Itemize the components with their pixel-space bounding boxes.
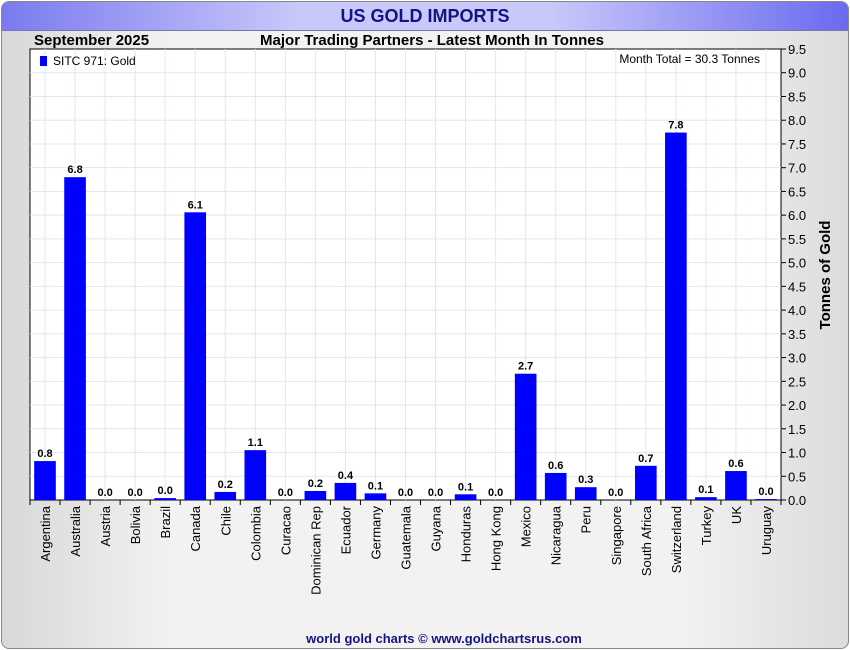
- x-tick-label: Guyana: [429, 505, 444, 551]
- data-label: 0.0: [758, 486, 773, 498]
- footer-credit: world gold charts © www.goldchartsrus.co…: [305, 631, 582, 646]
- legend-label: SITC 971: Gold: [53, 54, 136, 68]
- y-tick-label: 8.0: [788, 113, 806, 128]
- y-axis-title: Tonnes of Gold: [817, 221, 834, 330]
- data-label: 0.1: [698, 484, 713, 496]
- y-tick-label: 5.5: [788, 232, 806, 247]
- bar-nicaragua: [544, 472, 567, 500]
- data-label: 0.3: [578, 474, 593, 486]
- y-tick-label: 7.5: [788, 137, 806, 152]
- x-tick-label: Mexico: [519, 506, 534, 547]
- y-tick-label: 5.0: [788, 256, 806, 271]
- data-label: 0.1: [458, 481, 473, 493]
- data-label: 0.0: [428, 487, 443, 499]
- data-label: 7.8: [668, 120, 683, 132]
- x-tick-label: Dominican Rep: [308, 506, 323, 595]
- data-label: 0.8: [37, 448, 52, 460]
- data-label: 0.0: [127, 487, 142, 499]
- y-tick-label: 0.0: [788, 493, 806, 508]
- chart-subtitle: Major Trading Partners - Latest Month In…: [260, 32, 604, 49]
- bar-honduras: [454, 494, 477, 500]
- data-label: 0.0: [608, 487, 623, 499]
- y-tick-label: 2.0: [788, 398, 806, 413]
- bar-colombia: [244, 450, 267, 500]
- x-tick-label: Germany: [368, 506, 383, 560]
- bar-chart: September 2025 Major Trading Partners - …: [29, 32, 834, 646]
- bar-canada: [184, 212, 207, 500]
- data-label: 0.0: [158, 485, 173, 497]
- data-label: 2.7: [518, 361, 533, 373]
- x-tick-label: Bolivia: [128, 505, 143, 544]
- x-tick-label: South Africa: [639, 505, 654, 576]
- x-tick-label: Guatemala: [399, 505, 414, 569]
- x-tick-label: Singapore: [609, 506, 624, 565]
- y-tick-label: 6.5: [788, 184, 806, 199]
- bar-australia: [64, 177, 86, 500]
- y-tick-label: 4.0: [788, 303, 806, 318]
- bar-turkey: [695, 497, 717, 500]
- y-tick-label: 6.0: [788, 208, 806, 223]
- y-tick-label: 3.0: [788, 351, 806, 366]
- x-tick-label: Switzerland: [669, 506, 684, 573]
- y-tick-label: 4.5: [788, 279, 806, 294]
- x-tick-label: Australia: [68, 505, 83, 556]
- data-label: 0.0: [488, 487, 503, 499]
- bar-ecuador: [334, 482, 357, 500]
- data-label: 0.0: [278, 487, 293, 499]
- period-label: September 2025: [34, 32, 149, 49]
- data-label: 0.0: [97, 487, 112, 499]
- bar-uk: [725, 471, 747, 500]
- y-tick-label: 3.5: [788, 327, 806, 342]
- x-tick-label: Brazil: [158, 506, 173, 539]
- x-tick-label: Argentina: [38, 505, 53, 561]
- x-tick-label: Hong Kong: [489, 506, 504, 571]
- bar-brazil: [154, 498, 176, 500]
- data-label: 0.0: [398, 487, 413, 499]
- bar-peru: [574, 487, 597, 500]
- data-label: 0.1: [368, 480, 383, 492]
- y-tick-label: 1.5: [788, 422, 806, 437]
- data-label: 0.7: [638, 453, 653, 465]
- data-label: 6.1: [188, 199, 203, 211]
- bar-chile: [214, 491, 237, 500]
- data-label: 0.4: [338, 470, 354, 482]
- y-tick-label: 8.5: [788, 89, 806, 104]
- data-label: 0.6: [548, 460, 563, 472]
- y-tick-label: 2.5: [788, 374, 806, 389]
- x-tick-label: Curacao: [278, 506, 293, 555]
- data-label: 1.1: [248, 437, 263, 449]
- bar-south-africa: [635, 465, 657, 500]
- bar-switzerland: [665, 132, 687, 500]
- x-tick-label: Uruguay: [759, 506, 774, 556]
- x-tick-label: Honduras: [459, 506, 474, 563]
- bar-argentina: [34, 461, 56, 500]
- x-tick-label: Chile: [218, 506, 233, 536]
- y-axis: 0.0 0.5 1.0 1.5 2.0 2.5 3.0 3.5 4.0 4.5 5.0 5.5 6.0 6…: [781, 42, 806, 508]
- bar-uruguay: [755, 499, 777, 501]
- y-tick-label: 1.0: [788, 446, 806, 461]
- data-label: 6.8: [67, 164, 82, 176]
- x-tick-label: Turkey: [699, 506, 714, 546]
- x-axis: Argentina Australia Austria Bolivia Brazil Ca…: [29, 500, 782, 595]
- y-tick-label: 9.0: [788, 66, 806, 81]
- x-tick-label: UK: [729, 506, 744, 524]
- x-tick-label: Nicaragua: [549, 505, 564, 565]
- bar-germany: [364, 493, 387, 500]
- x-tick-label: Ecuador: [338, 505, 353, 554]
- bar-dominican-rep: [304, 490, 327, 500]
- legend-swatch: [40, 56, 47, 66]
- data-label: 0.2: [218, 479, 233, 491]
- y-tick-label: 0.5: [788, 469, 806, 484]
- bar-mexico: [514, 373, 537, 500]
- x-tick-label: Colombia: [248, 505, 263, 561]
- x-tick-label: Peru: [579, 506, 594, 533]
- month-total-annotation: Month Total = 30.3 Tonnes: [619, 52, 760, 66]
- data-label: 0.6: [728, 458, 743, 470]
- data-label: 0.2: [308, 478, 323, 490]
- y-tick-label: 7.0: [788, 161, 806, 176]
- y-tick-label: 9.5: [788, 42, 806, 57]
- x-tick-label: Canada: [188, 505, 203, 551]
- x-tick-label: Austria: [98, 505, 113, 546]
